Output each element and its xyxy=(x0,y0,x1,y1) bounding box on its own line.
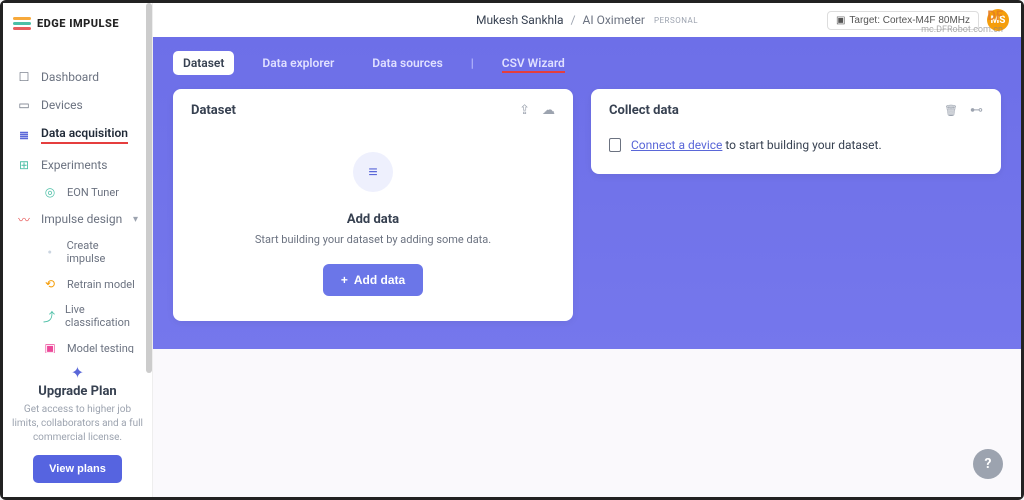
tab-csv-wizard[interactable]: CSV Wizard xyxy=(492,51,575,75)
dot-icon xyxy=(43,245,57,259)
tab-csv-wizard-label: CSV Wizard xyxy=(502,56,565,73)
dataset-desc: Start building your dataset by adding so… xyxy=(197,233,549,246)
collect-text: Connect a device to start building your … xyxy=(631,138,882,152)
sidebar-item-label: Model testing xyxy=(67,342,134,354)
sidebar-item-impulse-design[interactable]: Impulse design ▾ xyxy=(3,205,152,233)
testing-icon xyxy=(43,341,57,353)
sidebar-item-label: Devices xyxy=(41,98,83,112)
upgrade-desc: Get access to higher job limits, collabo… xyxy=(11,403,144,445)
logo-text: EDGE IMPULSE xyxy=(37,17,119,30)
tab-data-explorer[interactable]: Data explorer xyxy=(252,51,344,75)
sidebar-item-eon-tuner[interactable]: EON Tuner xyxy=(33,179,152,205)
sidebar-item-live-classification[interactable]: Live classification xyxy=(33,297,152,335)
sidebar-item-data-acquisition[interactable]: Data acquisition xyxy=(3,119,152,151)
sidebar-item-label: Impulse design xyxy=(41,212,122,226)
tab-separator: | xyxy=(471,56,474,70)
sidebar-item-model-testing[interactable]: Model testing xyxy=(33,335,152,353)
help-button[interactable]: ? xyxy=(973,449,1003,479)
tab-dataset[interactable]: Dataset xyxy=(173,51,234,75)
dataset-card: Dataset ≡ Add data Start building your d… xyxy=(173,89,573,321)
chip-icon: ▣ xyxy=(836,15,845,26)
device-icon xyxy=(609,138,621,152)
upgrade-title: Upgrade Plan xyxy=(11,384,144,399)
add-data-button[interactable]: + Add data xyxy=(323,264,423,296)
sidebar-item-retrain-model[interactable]: Retrain model xyxy=(33,271,152,297)
view-plans-button[interactable]: View plans xyxy=(33,455,122,483)
upload-icon[interactable] xyxy=(519,103,530,118)
chevron-down-icon: ▾ xyxy=(133,214,138,225)
sidebar-scrollbar[interactable] xyxy=(146,3,152,373)
breadcrumb-user[interactable]: Mukesh Sankhla xyxy=(476,13,564,27)
topbar: Mukesh Sankhla / AI Oximeter PERSONAL ▣ T… xyxy=(153,3,1021,37)
eon-icon xyxy=(43,185,57,199)
sidebar-item-devices[interactable]: Devices xyxy=(3,91,152,119)
dataset-heading: Add data xyxy=(197,212,549,227)
collect-suffix: to start building your dataset. xyxy=(722,138,881,152)
breadcrumb-project[interactable]: AI Oximeter xyxy=(583,13,645,27)
plus-icon: + xyxy=(341,273,348,287)
avatar[interactable]: MS xyxy=(987,9,1009,31)
nav: Dashboard Devices Data acquisition Exper… xyxy=(3,43,152,353)
sidebar-item-label: Experiments xyxy=(41,158,108,172)
tab-data-sources[interactable]: Data sources xyxy=(362,51,452,75)
retrain-icon xyxy=(43,277,57,291)
database-icon: ≡ xyxy=(353,152,393,192)
sidebar-item-label: Dashboard xyxy=(41,70,99,84)
sidebar: EDGE IMPULSE Dashboard Devices Data acqu… xyxy=(3,3,153,497)
upgrade-panel: ✦ Upgrade Plan Get access to higher job … xyxy=(3,353,152,497)
live-icon xyxy=(43,309,55,323)
sidebar-item-label: Create impulse xyxy=(67,239,138,265)
target-button[interactable]: ▣ Target: Cortex-M4F 80MHz xyxy=(827,11,979,30)
logo[interactable]: EDGE IMPULSE xyxy=(3,3,152,43)
main: Mukesh Sankhla / AI Oximeter PERSONAL ▣ T… xyxy=(153,3,1021,497)
dashboard-icon xyxy=(17,70,31,84)
experiments-icon xyxy=(17,158,31,172)
sidebar-item-dashboard[interactable]: Dashboard xyxy=(3,63,152,91)
personal-badge: PERSONAL xyxy=(654,16,698,25)
purple-band: Dataset Data explorer Data sources | CSV… xyxy=(153,37,1021,349)
sidebar-item-create-impulse[interactable]: Create impulse xyxy=(33,233,152,271)
sidebar-item-label: Retrain model xyxy=(67,278,135,291)
dataset-card-title: Dataset xyxy=(191,103,236,118)
collect-card-title: Collect data xyxy=(609,103,679,118)
cloud-icon[interactable] xyxy=(542,103,555,118)
logo-icon xyxy=(13,15,33,31)
usb-icon[interactable] xyxy=(970,103,983,118)
star-icon: ✦ xyxy=(11,363,144,382)
sidebar-item-label: Data acquisition xyxy=(41,126,128,144)
connect-device-link[interactable]: Connect a device xyxy=(631,138,722,152)
target-label: Target: Cortex-M4F 80MHz xyxy=(849,15,970,26)
trash-icon[interactable] xyxy=(944,103,958,118)
sidebar-item-experiments[interactable]: Experiments xyxy=(3,151,152,179)
collect-data-card: Collect data Connect a device to start b… xyxy=(591,89,1001,174)
devices-icon xyxy=(17,98,31,112)
sidebar-item-label: EON Tuner xyxy=(67,186,119,199)
impulse-icon xyxy=(17,212,31,226)
tabs: Dataset Data explorer Data sources | CSV… xyxy=(173,51,1001,75)
data-icon xyxy=(17,128,31,142)
add-data-label: Add data xyxy=(354,273,405,287)
breadcrumb-sep: / xyxy=(571,13,576,27)
sidebar-item-label: Live classification xyxy=(65,303,138,329)
breadcrumb: Mukesh Sankhla / AI Oximeter PERSONAL xyxy=(476,13,698,27)
